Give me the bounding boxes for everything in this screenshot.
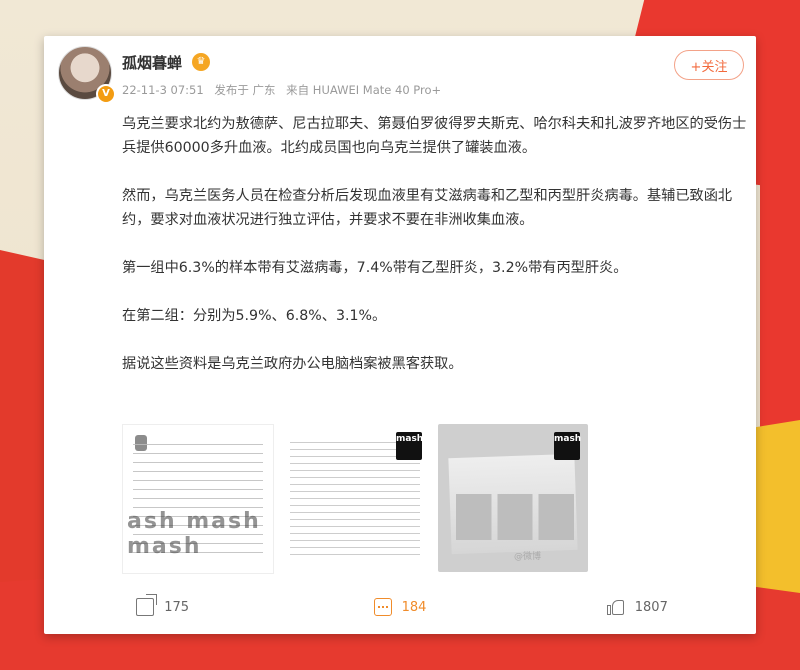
post-paragraph: 在第二组：分别为5.9%、6.8%、3.1%。 [122, 308, 387, 324]
like-button[interactable]: 1807 [519, 598, 756, 616]
image-watermark: ash mash mash [127, 509, 261, 559]
weibo-post-card: V 孤烟暮蝉 ♛ 22-11-3 07:51 发布于 广东 来自 HUAWEI … [44, 36, 756, 634]
post-meta: 22-11-3 07:51 发布于 广东 来自 HUAWEI Mate 40 P… [122, 82, 448, 98]
comment-icon [373, 598, 392, 616]
post-image-photo[interactable]: mash [438, 424, 588, 572]
post-paragraph: 然而，乌克兰医务人员在检查分析后发现血液里有艾滋病毒和乙型和丙型肝炎病毒。基辅已… [122, 188, 733, 228]
comment-count: 184 [401, 599, 427, 615]
like-icon [606, 598, 625, 616]
mash-logo: mash [554, 432, 581, 460]
share-icon [136, 598, 155, 616]
red-paper-right [760, 150, 800, 450]
post-image-document-1[interactable]: ash mash mash [122, 424, 274, 574]
post-paragraph: 乌克兰要求北约为敖德萨、尼古拉耶夫、第聂伯罗彼得罗夫斯克、哈尔科夫和扎波罗齐地区… [122, 116, 747, 156]
post-device: 来自 HUAWEI Mate 40 Pro+ [286, 83, 442, 97]
post-location: 发布于 广东 [214, 83, 276, 97]
post-timestamp: 22-11-3 07:51 [122, 83, 204, 97]
mash-logo: mash [396, 432, 423, 460]
action-bar: 175 184 1807 [44, 580, 756, 634]
like-count: 1807 [634, 599, 668, 615]
verified-badge: V [96, 84, 116, 104]
share-button[interactable]: 175 [44, 598, 281, 616]
photographed-forms [456, 494, 574, 540]
username[interactable]: 孤烟暮蝉 [122, 52, 182, 73]
follow-button[interactable]: +关注 [674, 50, 744, 80]
comment-button[interactable]: 184 [281, 598, 518, 616]
post-content: 乌克兰要求北约为敖德萨、尼古拉耶夫、第聂伯罗彼得罗夫斯克、哈尔科夫和扎波罗齐地区… [122, 112, 750, 400]
share-count: 175 [164, 599, 190, 615]
crown-icon: ♛ [192, 53, 210, 71]
weibo-watermark: @微博 [514, 552, 542, 562]
post-image-document-2[interactable]: mash [280, 424, 430, 572]
post-paragraph: 据说这些资料是乌克兰政府办公电脑档案被黑客获取。 [122, 356, 463, 372]
post-paragraph: 第一组中6.3%的样本带有艾滋病毒，7.4%带有乙型肝炎，3.2%带有丙型肝炎。 [122, 260, 628, 276]
post-images: ash mash mash mash mash @微博 [122, 424, 596, 574]
